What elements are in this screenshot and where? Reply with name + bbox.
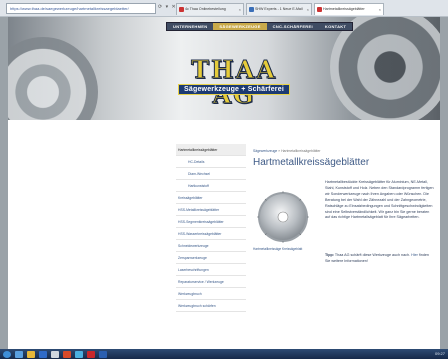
saw-blade-product-image[interactable] [257, 189, 309, 245]
sidebar-item-reparaturservice[interactable]: Reparaturservice / Werkzeuge [176, 276, 246, 288]
sidebar-item-hss-wasser[interactable]: HSS-Wasserkreissägeblätter [176, 228, 246, 240]
ie-icon[interactable] [15, 350, 23, 358]
description-text: Hartmetallbestückte Kreissägeblätter für… [325, 180, 434, 220]
sidebar-item-schneidewerkzeuge[interactable]: Schneidewerkzeuge [176, 240, 246, 252]
nav-item-cnc-schaerferei[interactable]: CNC-SCHÄRFEREI [267, 23, 319, 30]
breadcrumb-link[interactable]: Sägewerkzeuge [253, 149, 277, 153]
image-caption: Hartmetallkreissäge Kreissägeblatt [253, 247, 303, 251]
browser-tab[interactable]: SHW Experts - 1 Neue E-Mail × [246, 3, 312, 15]
nav-item-saegewerkzeuge[interactable]: SÄGEWERKZEUGE [213, 23, 267, 30]
address-bar[interactable]: https://www.thaa.de/saegewerkzeuge/hartm… [6, 3, 156, 14]
sidebar-item-kreissaegeblaetter[interactable]: Kreissägeblätter [176, 192, 246, 204]
windows-taskbar: 09:27 [0, 349, 448, 359]
page-title: Hartmetallkreissägeblätter [253, 157, 370, 168]
sidebar-item-laserbeschriftungen[interactable]: Laserbeschriftungen [176, 264, 246, 276]
folder-icon[interactable] [27, 350, 35, 358]
site-tagline: Sägewerkzeuge + Schärferei [178, 84, 290, 95]
nav-item-unternehmen[interactable]: UNTERNEHMEN [167, 23, 213, 30]
browser-tab-active[interactable]: Hartmetallkreissägeblätter × [314, 3, 384, 15]
mail-favicon-icon [249, 7, 254, 12]
tab-label: 4c Thaa Onlinebestellung [185, 7, 226, 11]
tab-label: SHW Experts - 1 Neue E-Mail [255, 7, 303, 11]
breadcrumb: Sägewerkzeuge » Hartmetallkreissägeblätt… [253, 149, 321, 153]
saw-blade-image-left [8, 37, 98, 120]
word-icon[interactable] [99, 350, 107, 358]
site-header: UNTERNEHMEN SÄGEWERKZEUGE CNC-SCHÄRFEREI… [8, 17, 440, 120]
tip-text: Thaa AG schärft diese Werkzeuge auch nac… [334, 253, 411, 257]
start-button-icon[interactable] [3, 350, 11, 358]
tip-link[interactable]: Hier [411, 253, 418, 257]
sidebar-item-werkzeugbruch[interactable]: Werkzeugbruch [176, 288, 246, 300]
close-tab-icon[interactable]: × [239, 4, 241, 15]
nav-item-kontakt[interactable]: KONTAKT [319, 23, 352, 30]
sidebar-item-zerspanwerkzeuge[interactable]: Zerspanwerkzeuge [176, 252, 246, 264]
outlook-icon[interactable] [39, 350, 47, 358]
app-icon[interactable] [51, 350, 59, 358]
acrobat-icon[interactable] [87, 350, 95, 358]
tab-label: Hartmetallkreissägeblätter [323, 7, 365, 11]
close-tab-icon[interactable]: × [379, 4, 381, 15]
sidebar-item-hc-details[interactable]: HC-Details [176, 156, 246, 168]
breadcrumb-current: Hartmetallkreissägeblätter [281, 149, 321, 153]
browser-tab[interactable]: 4c Thaa Onlinebestellung × [176, 3, 244, 15]
site-favicon-icon [317, 7, 322, 12]
system-clock[interactable]: 09:27 [435, 351, 445, 356]
network-icon[interactable] [75, 350, 83, 358]
saw-blade-icon [257, 191, 309, 243]
address-bar-buttons[interactable]: ⟳ ▾ ✕ [158, 4, 177, 10]
browser-chrome: https://www.thaa.de/saegewerkzeuge/hartm… [0, 0, 448, 17]
close-tab-icon[interactable]: × [307, 4, 309, 15]
sidebar-nav: Hartmetallkreissägeblätter HC-Details Di… [176, 144, 246, 312]
firefox-icon[interactable] [63, 350, 71, 358]
sidebar-item-hartmetallkreissaegeblaetter[interactable]: Hartmetallkreissägeblätter [176, 144, 246, 156]
sidebar-item-hartkunststoff[interactable]: Hartkunststoff [176, 180, 246, 192]
saw-blade-image-right [330, 17, 440, 120]
sidebar-item-hss-metall[interactable]: HSS-Metallkreissägeblätter [176, 204, 246, 216]
sidebar-item-diam-wechsel[interactable]: Diam-Wechsel [176, 168, 246, 180]
sidebar-item-hss-segment[interactable]: HSS-Segmentkreissägeblätter [176, 216, 246, 228]
sidebar-item-werkzeugbruch-schaerfen[interactable]: Werkzeugbruch schärfen [176, 300, 246, 312]
site-favicon-icon [179, 7, 184, 12]
tip-note: Tipp: Thaa AG schärft diese Werkzeuge au… [325, 253, 435, 265]
web-page: UNTERNEHMEN SÄGEWERKZEUGE CNC-SCHÄRFEREI… [8, 17, 440, 352]
site-logo[interactable]: THAA AG [174, 57, 294, 108]
screen: https://www.thaa.de/saegewerkzeuge/hartm… [0, 0, 448, 359]
tip-label: Tipp: [325, 253, 334, 257]
main-navigation: UNTERNEHMEN SÄGEWERKZEUGE CNC-SCHÄRFEREI… [166, 22, 354, 31]
